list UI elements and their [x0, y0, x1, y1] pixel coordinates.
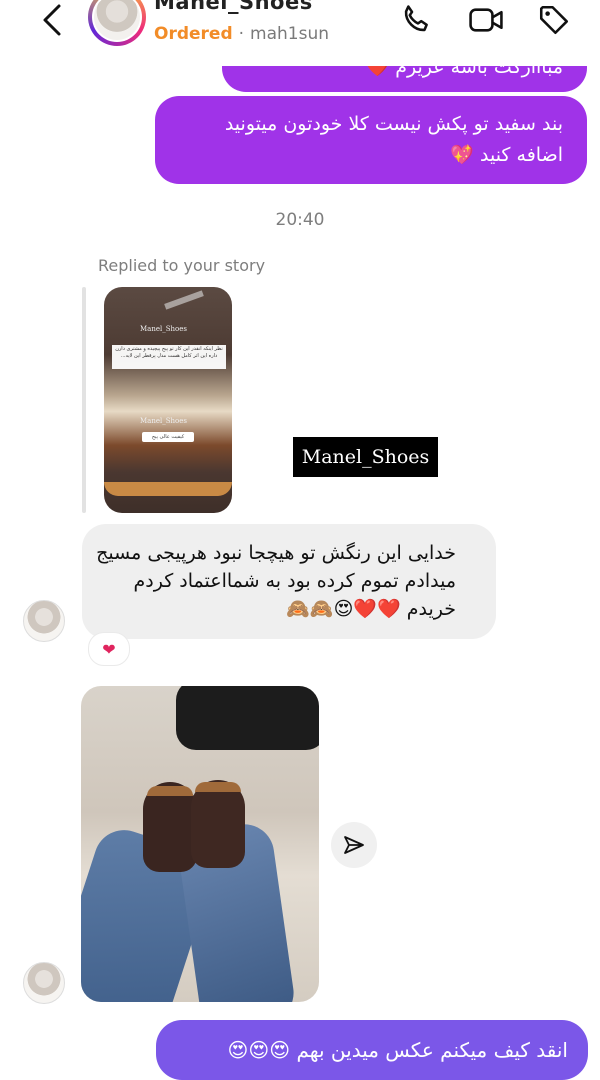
video-call-button[interactable]: [468, 2, 504, 38]
reply-indicator-bar: [82, 287, 86, 513]
outgoing-message[interactable]: بند سفید تو پکش نیست کلا خودتون میتونید …: [155, 96, 587, 184]
share-button[interactable]: [331, 822, 377, 868]
message-text: انقد کیف میکنم عکس میدین بهم 😍😍😍: [227, 1038, 568, 1062]
username-label: mah1sun: [250, 24, 330, 44]
paper-plane-icon: [344, 836, 364, 854]
phone-icon: [404, 5, 428, 32]
story-overlay-text: نظر اینکه انقدر این کار تو پیج پیچیده و …: [112, 345, 226, 369]
heart-reaction[interactable]: ❤: [88, 632, 130, 666]
label-button[interactable]: [536, 2, 572, 38]
video-camera-icon: [469, 8, 503, 32]
message-text: خدایی این رنگش تو هیچجا نبود هرپیجی مسیج…: [96, 542, 456, 620]
audio-call-button[interactable]: [398, 2, 434, 38]
heart-icon: ❤: [102, 639, 116, 659]
chat-title[interactable]: Manel_Shoes: [154, 0, 313, 14]
story-brand-text: Manel_Shoes: [140, 417, 187, 425]
story-thumbnail[interactable]: Manel_Shoes نظر اینکه انقدر این کار تو پ…: [104, 287, 232, 513]
chat-header: Manel_Shoes Ordered · mah1sun: [0, 0, 600, 66]
message-timestamp: 20:40: [275, 210, 325, 230]
photo-message[interactable]: [81, 686, 319, 1002]
sender-avatar[interactable]: [23, 962, 65, 1004]
story-small-label: کیفیت عالی پیج: [142, 432, 194, 442]
outgoing-message[interactable]: انقد کیف میکنم عکس میدین بهم 😍😍😍: [156, 1020, 588, 1080]
story-caption: Manel_Shoes: [293, 437, 438, 477]
order-status-label: Ordered: [154, 24, 233, 44]
tag-icon: [539, 5, 569, 35]
chat-subtitle: Ordered · mah1sun: [154, 24, 329, 44]
story-brand-text: Manel_Shoes: [140, 325, 187, 333]
back-button[interactable]: [34, 2, 70, 38]
story-reply-label: Replied to your story: [98, 256, 266, 275]
separator-dot: ·: [238, 24, 245, 44]
message-text: بند سفید تو پکش نیست کلا خودتون میتونید …: [224, 113, 563, 166]
incoming-message[interactable]: خدایی این رنگش تو هیچجا نبود هرپیجی مسیج…: [82, 524, 496, 639]
profile-avatar[interactable]: [88, 0, 146, 46]
chevron-left-icon: [43, 4, 61, 36]
sender-avatar[interactable]: [23, 600, 65, 642]
